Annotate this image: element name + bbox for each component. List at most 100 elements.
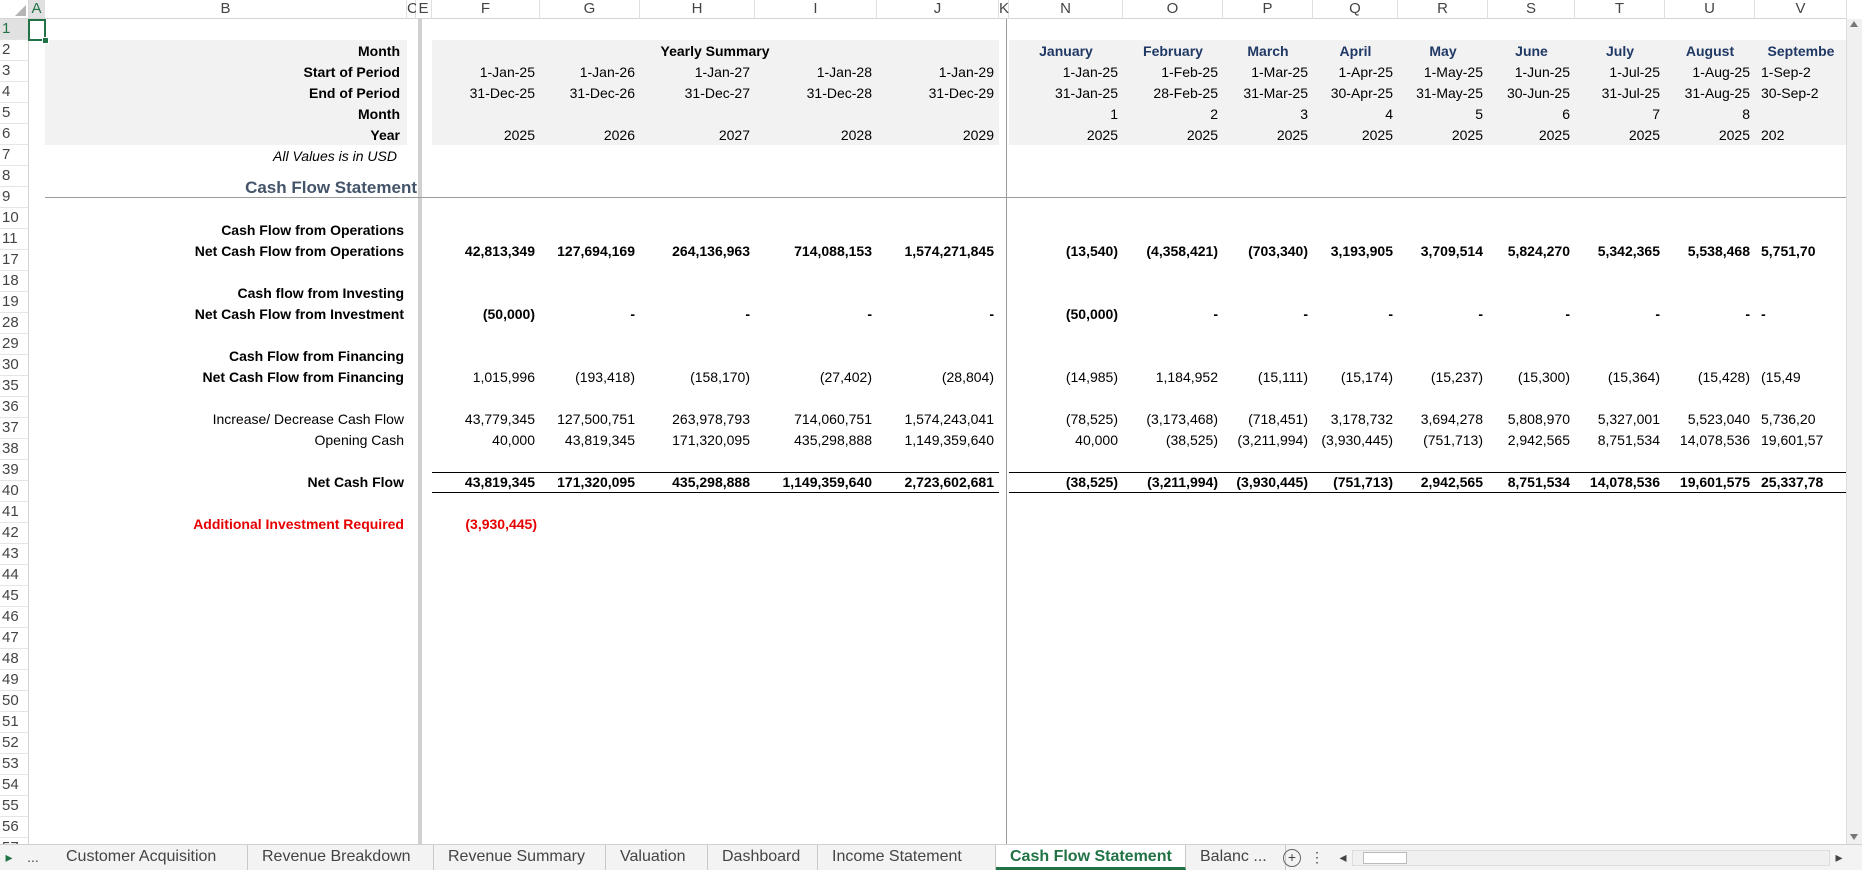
monthly-net-cell: (38,525) [1065,474,1118,490]
hscroll-left-arrow-icon[interactable]: ◂ [1336,845,1350,870]
column-header[interactable]: T [1575,0,1665,19]
row-header[interactable]: 36 [0,397,29,418]
row-header[interactable]: 53 [0,754,29,775]
row-header[interactable]: 35 [0,376,29,397]
yearly-fin-cell: 1,015,996 [472,369,535,385]
monthly-opening-cell: (38,525) [1165,432,1218,448]
month-name-header: March [1247,43,1289,59]
plus-circle-icon[interactable]: + [1283,849,1301,867]
column-header[interactable]: J [877,0,999,19]
row-header[interactable]: 8 [0,166,29,187]
row-header[interactable]: 52 [0,733,29,754]
row-header[interactable]: 50 [0,691,29,712]
row-header[interactable]: 7 [0,145,29,166]
row-header[interactable]: 5 [0,103,29,124]
row-header[interactable]: 42 [0,523,29,544]
column-header[interactable]: U [1665,0,1755,19]
horizontal-scrollbar[interactable] [1352,850,1830,866]
row-header[interactable]: 48 [0,649,29,670]
row-header[interactable]: 45 [0,586,29,607]
row-header[interactable]: 44 [0,565,29,586]
label-net-cash-flow: Net Cash Flow [307,474,404,490]
column-header[interactable]: S [1488,0,1575,19]
net-cash-bottom-border-yearly [432,492,999,493]
column-header[interactable]: K [999,0,1009,19]
scroll-up-arrow-icon[interactable] [1850,21,1858,27]
row-header[interactable]: 46 [0,607,29,628]
tab-customer-acquisition[interactable]: Customer Acquisition [52,845,248,870]
vertical-scrollbar[interactable] [1846,19,1862,844]
tab-revenue-breakdown[interactable]: Revenue Breakdown [248,845,434,870]
row-header[interactable]: 10 [0,208,29,229]
yearly-ops-cell: 264,136,963 [672,243,750,259]
hscroll-right-arrow-icon[interactable]: ▸ [1832,845,1846,870]
column-header[interactable]: I [755,0,877,19]
row-header[interactable]: 37 [0,418,29,439]
monthly-month-num-cell: 1 [1110,106,1118,122]
tab-valuation[interactable]: Valuation [606,845,708,870]
yearly-end-cell: 31-Dec-26 [569,85,635,101]
tab-bar-splitter-icon[interactable]: ⋮ [1310,845,1324,870]
monthly-start-cell: 1-Mar-25 [1251,64,1308,80]
tab-income-statement[interactable]: Income Statement [818,845,996,870]
row-header[interactable]: 55 [0,796,29,817]
monthly-year-cell: 2025 [1086,127,1118,143]
column-header[interactable]: E [416,0,432,19]
row-header[interactable]: 47 [0,628,29,649]
row-header[interactable]: 54 [0,775,29,796]
row-header[interactable]: 43 [0,544,29,565]
row-header[interactable]: 49 [0,670,29,691]
column-header[interactable]: G [540,0,640,19]
row-header[interactable]: 18 [0,271,29,292]
column-header[interactable]: Q [1313,0,1398,19]
select-all-corner[interactable] [0,0,29,19]
row-header[interactable]: 29 [0,334,29,355]
row-header[interactable]: 6 [0,124,29,145]
column-header[interactable]: B [45,0,407,19]
column-header[interactable]: R [1398,0,1488,19]
column-header[interactable]: V [1755,0,1847,19]
yearly-inv-cell: (50,000) [482,306,535,322]
row-header[interactable]: 39 [0,460,29,481]
row-header[interactable]: 30 [0,355,29,376]
tab-more-button[interactable]: ... [22,845,44,870]
tab-cash-flow-statement[interactable]: Cash Flow Statement [996,845,1186,870]
monthly-incdec-cell: (3,173,468) [1146,411,1218,427]
column-header[interactable]: O [1123,0,1223,19]
column-header[interactable]: P [1223,0,1313,19]
add-sheet-button[interactable]: + [1280,845,1304,870]
row-header[interactable]: 1 [0,19,29,40]
row-header[interactable]: 41 [0,502,29,523]
tab-dashboard[interactable]: Dashboard [708,845,818,870]
tab-balance-sheet[interactable]: Balanc ... [1186,845,1286,870]
monthly-incdec-cell: (78,525) [1065,411,1118,427]
monthly-start-cell: 1-Feb-25 [1161,64,1218,80]
row-header[interactable]: 38 [0,439,29,460]
row-header[interactable]: 56 [0,817,29,838]
label-year: Year [370,127,400,143]
tab-scroll-prev-icon[interactable]: ▸ [2,845,16,870]
row-header[interactable]: 28 [0,313,29,334]
row-header[interactable]: 19 [0,292,29,313]
row-header[interactable]: 51 [0,712,29,733]
yearly-incdec-cell: 43,779,345 [464,411,535,427]
column-header[interactable]: N [1009,0,1123,19]
monthly-end-cell: 31-May-25 [1416,85,1483,101]
tab-revenue-summary[interactable]: Revenue Summary [434,845,606,870]
row-header[interactable]: 9 [0,187,29,208]
horizontal-scroll-thumb[interactable] [1363,852,1407,864]
column-header[interactable]: F [432,0,540,19]
row-header[interactable]: 3 [0,61,29,82]
sheet-tab-bar[interactable]: ▸ ... Customer Acquisition Revenue Break… [0,844,1862,870]
row-header[interactable]: 17 [0,250,29,271]
spreadsheet-grid[interactable]: A B C E F G H I J K N O P Q R S T U V 12… [0,0,1862,844]
scroll-down-arrow-icon[interactable] [1850,834,1858,840]
column-header[interactable]: C [407,0,418,19]
column-header[interactable]: A [29,0,45,19]
yearly-ops-cell: 42,813,349 [464,243,535,259]
column-header[interactable]: H [640,0,755,19]
row-header[interactable]: 11 [0,229,29,250]
row-header[interactable]: 2 [0,40,29,61]
row-header[interactable]: 40 [0,481,29,502]
row-header[interactable]: 4 [0,82,29,103]
